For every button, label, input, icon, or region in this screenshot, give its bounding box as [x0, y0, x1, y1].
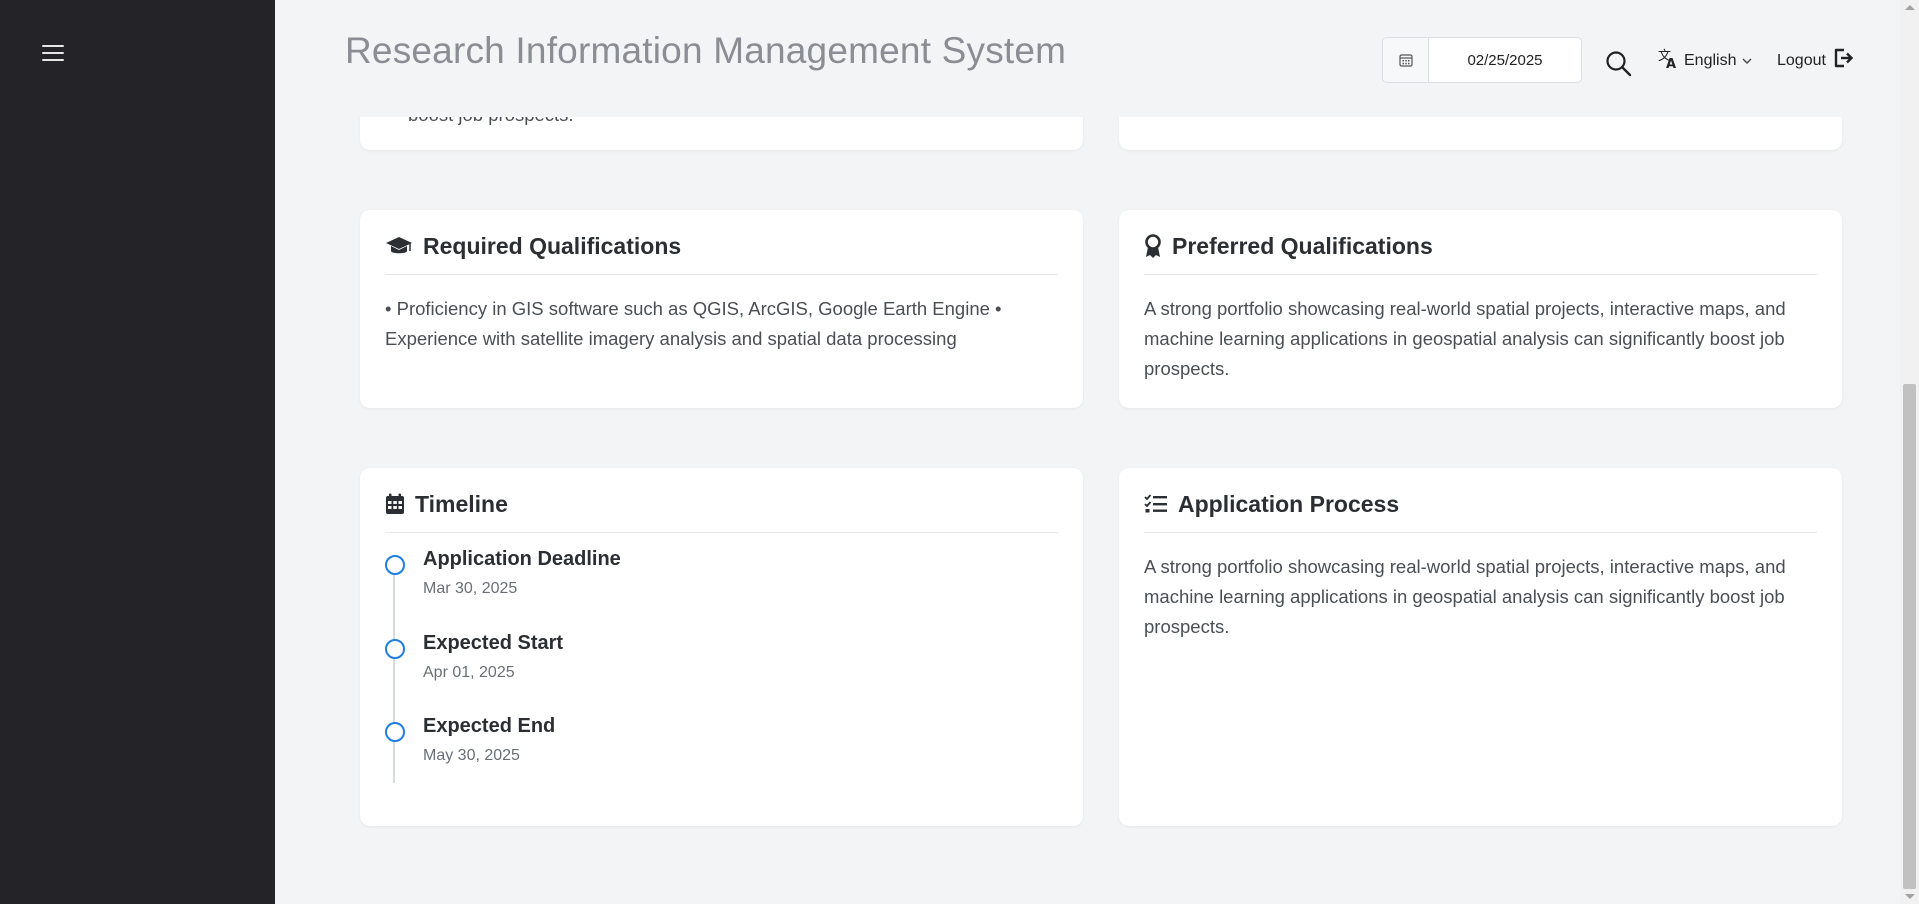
timeline-dot [385, 722, 405, 742]
timeline-card: Timeline Application Deadline Mar 30, 20… [360, 468, 1083, 826]
date-picker[interactable]: 02/25/2025 [1382, 37, 1582, 83]
scroll-up-icon[interactable] [1905, 5, 1915, 10]
required-qualifications-body: • Proficiency in GIS software such as QG… [385, 298, 1002, 349]
chevron-down-icon [1741, 52, 1753, 70]
scrollbar[interactable] [1900, 0, 1919, 904]
translate-icon: 文 A [1657, 47, 1679, 74]
scroll-down-icon[interactable] [1905, 894, 1915, 899]
scrollbar-thumb[interactable] [1903, 384, 1916, 889]
application-process-body: A strong portfolio showcasing real-world… [1144, 556, 1786, 637]
timeline-item-title: Expected Start [423, 632, 564, 654]
preferred-qualifications-body: A strong portfolio showcasing real-world… [1144, 298, 1786, 379]
calendar-icon[interactable] [1383, 38, 1429, 82]
timeline-item-date: Apr 01, 2025 [423, 664, 515, 681]
app-title: Research Information Management System [345, 30, 1067, 71]
required-qualifications-card: Required Qualifications • Proficiency in… [360, 210, 1083, 408]
logout-label: Logout [1777, 51, 1826, 69]
timeline-dot [385, 639, 405, 659]
main-content: boost job prospects. Research Informatio… [275, 0, 1900, 904]
sidebar [0, 0, 275, 904]
timeline-connector [393, 568, 395, 783]
language-label: English [1684, 51, 1737, 69]
preferred-qualifications-header: Preferred Qualifications [1144, 232, 1817, 275]
date-input[interactable]: 02/25/2025 [1429, 38, 1581, 82]
preferred-qualifications-title: Preferred Qualifications [1172, 233, 1433, 259]
language-selector[interactable]: 文 A English [1657, 47, 1753, 74]
checklist-icon [1144, 490, 1168, 518]
timeline-title: Timeline [415, 491, 508, 517]
logout-button[interactable]: Logout [1777, 47, 1854, 74]
graduation-cap-icon [385, 232, 413, 260]
timeline-item-date: Mar 30, 2025 [423, 580, 518, 597]
application-process-title: Application Process [1178, 491, 1400, 517]
logout-icon [1832, 47, 1854, 74]
svg-text:A: A [1666, 57, 1676, 69]
required-qualifications-header: Required Qualifications [385, 232, 1058, 275]
application-process-header: Application Process [1144, 490, 1817, 533]
calendar-icon [385, 490, 405, 518]
preferred-qualifications-card: Preferred Qualifications A strong portfo… [1119, 210, 1842, 408]
timeline-item-date: May 30, 2025 [423, 747, 520, 764]
search-icon[interactable] [1605, 50, 1633, 78]
timeline-item-title: Expected End [423, 715, 556, 737]
timeline-dot [385, 555, 405, 575]
timeline-header: Timeline [385, 490, 1058, 533]
header-bar: Research Information Management System 0… [275, 0, 1900, 117]
hamburger-menu-icon[interactable] [42, 45, 64, 63]
timeline-item-title: Application Deadline [423, 548, 621, 570]
application-process-card: Application Process A strong portfolio s… [1119, 468, 1842, 826]
required-qualifications-title: Required Qualifications [423, 233, 682, 259]
award-icon [1144, 232, 1162, 260]
